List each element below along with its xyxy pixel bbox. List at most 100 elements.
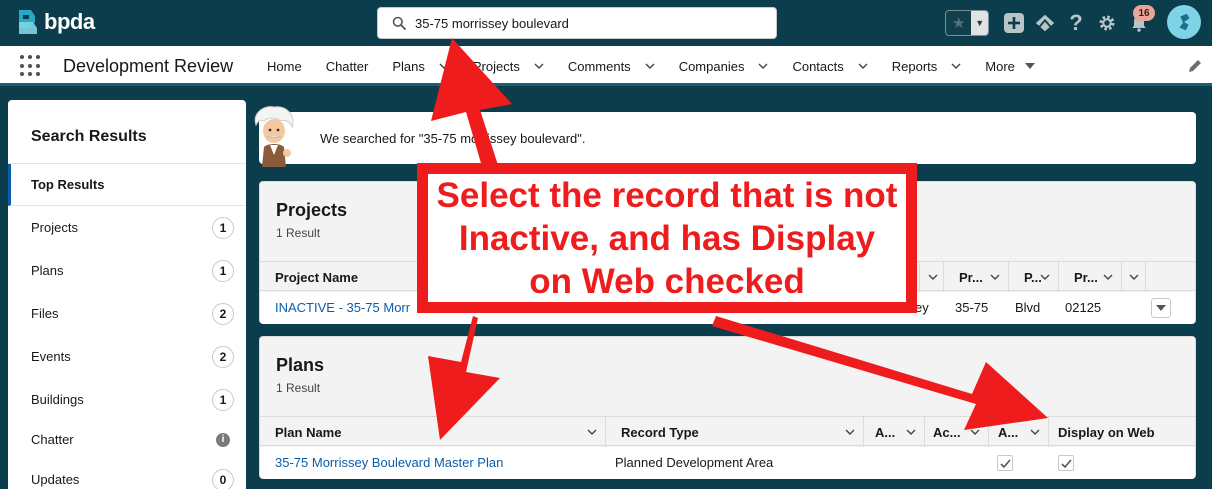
notification-count-badge[interactable]: 16 [1133,5,1155,21]
app-logo[interactable]: bpda [16,8,95,36]
nav-tab-label: Reports [891,58,938,74]
nav-tab-home[interactable]: Home [255,46,314,86]
project-name-text: INACTIVE - 35-75 Morr [275,299,411,315]
sidebar-title: Search Results [8,100,246,164]
sidebar-item-buildings[interactable]: Buildings 1 [8,378,246,421]
column-header[interactable]: P... [1009,262,1059,292]
nav-tab-label: Plans [392,58,425,74]
chevron-down-icon[interactable] [439,61,449,71]
chevron-down-icon[interactable] [928,272,938,282]
chevron-down-icon[interactable] [845,427,855,437]
nav-tab-label: Comments [567,58,631,74]
favorites-list-chevron-icon[interactable]: ▼ [971,11,988,35]
sidebar-item-label: Updates [31,472,80,487]
column-header-label: Pr... [959,269,983,285]
chevron-down-icon[interactable] [970,427,980,437]
result-count-badge: 1 [212,216,234,239]
column-header-record-type[interactable]: Record Type [606,417,864,447]
nav-tab-projects[interactable]: Projects [461,46,556,86]
chevron-down-icon[interactable] [1040,272,1050,282]
sidebar-item-chatter[interactable]: Chatter i [8,421,246,458]
result-count-badge: 2 [212,345,234,368]
chevron-down-icon[interactable] [758,61,768,71]
chevron-down-icon[interactable] [587,427,597,437]
global-search-input[interactable] [415,15,755,31]
plan-name-text: 35-75 Morrissey Boulevard Master Plan [275,454,504,470]
sidebar-item-label: Plans [31,263,64,278]
user-avatar[interactable] [1167,5,1201,39]
instruction-callout: Select the record that is not Inactive, a… [417,163,917,313]
chevron-down-icon[interactable] [1103,272,1113,282]
table-header: Plan Name Record Type A... Ac... A... Di… [260,416,1197,447]
nav-tab-comments[interactable]: Comments [556,46,667,86]
sidebar-item-updates[interactable]: Updates 0 [8,458,246,489]
chevron-down-icon[interactable] [906,427,916,437]
nav-tab-chatter[interactable]: Chatter [314,46,381,86]
favorites-button[interactable]: ★ ▼ [945,10,989,36]
add-icon[interactable] [1002,11,1026,35]
bpda-logo-icon [19,10,37,34]
column-header-plan-name[interactable]: Plan Name [260,417,606,447]
nav-tab-contacts[interactable]: Contacts [780,46,879,86]
column-header-label: A... [998,424,1019,440]
column-header[interactable]: Ac... [925,417,989,447]
table-cell: Blvd [1015,299,1041,315]
chevron-down-icon[interactable] [858,61,868,71]
table-cell: 35-75 [955,299,989,315]
app-name: Development Review [63,56,234,76]
nav-tab-companies[interactable]: Companies [667,46,781,86]
instruction-line-2: Inactive, and has Display [458,218,876,258]
setup-gear-icon[interactable] [1095,11,1119,35]
result-count-badge: 1 [212,388,234,411]
chevron-down-icon[interactable] [1030,427,1040,437]
column-header[interactable]: Pr... [1059,262,1122,292]
edit-nav-pencil-icon[interactable] [1187,58,1203,74]
search-results-sidebar: Search Results Top Results Projects 1 Pla… [8,100,246,489]
nav-tab-more[interactable]: More [973,46,1047,86]
favorites-star-icon[interactable]: ★ [946,11,971,35]
trailhead-icon[interactable] [1033,11,1057,35]
result-count: 1 Result [276,226,321,240]
column-header-label: Plan Name [275,424,342,440]
chevron-down-icon[interactable] [534,61,544,71]
chevron-down-icon[interactable] [951,61,961,71]
card-title: Projects [276,200,348,220]
row-actions-button[interactable] [1151,298,1171,318]
sidebar-item-events[interactable]: Events 2 [8,335,246,378]
caret-down-icon[interactable] [1024,61,1035,71]
column-header[interactable] [920,262,944,292]
chevron-down-icon[interactable] [645,61,655,71]
sidebar-item-label: Buildings [31,392,84,407]
nav-tab-label: Companies [678,58,745,74]
global-header: bpda ★ ▼ ? 16 [0,0,1212,46]
nav-tab-label: More [985,58,1015,74]
result-count-badge: 2 [212,302,234,325]
caret-down-icon [1156,305,1166,311]
chevron-down-icon[interactable] [1129,272,1139,282]
column-header[interactable]: Pr... [944,262,1009,292]
column-header-label: Ac... [933,424,961,440]
sidebar-item-label: Events [31,349,71,364]
nav-tab-label: Contacts [792,58,844,74]
sidebar-item-top-results[interactable]: Top Results [8,164,246,206]
app-launcher-icon[interactable] [20,55,42,77]
chevron-down-icon[interactable] [990,272,1000,282]
nav-tab-plans[interactable]: Plans [380,46,461,86]
column-header[interactable] [1122,262,1146,292]
search-icon [392,16,406,30]
sidebar-item-plans[interactable]: Plans 1 [8,249,246,292]
column-header[interactable]: A... [864,417,925,447]
nav-tab-label: Chatter [325,58,369,74]
nav-tab-label: Projects [472,58,520,74]
column-header[interactable]: A... [989,417,1049,447]
global-search-box[interactable] [377,7,777,39]
sidebar-item-files[interactable]: Files 2 [8,292,246,335]
help-icon[interactable]: ? [1064,10,1088,35]
plan-name-link[interactable]: 35-75 Morrissey Boulevard Master Plan [260,447,503,477]
sidebar-item-projects[interactable]: Projects 1 [8,206,246,249]
einstein-avatar-icon [254,106,294,167]
nav-tab-reports[interactable]: Reports [880,46,974,86]
project-name-link[interactable]: INACTIVE - 35-75 Morr [260,292,410,322]
record-type-cell: Planned Development Area [615,454,774,470]
column-header-display-on-web[interactable]: Display on Web [1049,417,1197,447]
